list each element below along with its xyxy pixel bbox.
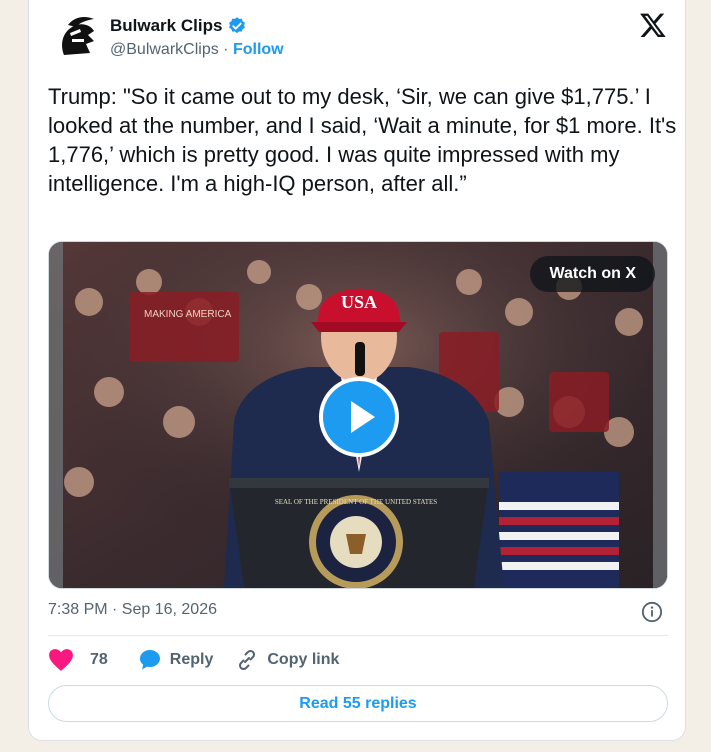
- link-icon: [239, 649, 256, 671]
- divider: [48, 635, 668, 636]
- like-button[interactable]: 78: [48, 648, 108, 672]
- copy-link-button[interactable]: Copy link: [235, 648, 339, 672]
- trojan-helmet-logo: [62, 17, 94, 55]
- video-player[interactable]: MAKING AMERICA USA SEAL OF THE PRESIDENT…: [48, 241, 668, 589]
- copy-link-label: Copy link: [267, 651, 340, 668]
- reply-button[interactable]: Reply: [138, 648, 214, 672]
- account-name[interactable]: Bulwark Clips: [110, 16, 222, 36]
- follow-button[interactable]: Follow: [233, 41, 284, 58]
- banner-text: MAKING AMERICA: [144, 309, 232, 320]
- info-icon[interactable]: [641, 601, 663, 623]
- heart-icon: [49, 649, 73, 671]
- verified-badge-icon: [229, 17, 246, 34]
- separator: ·: [223, 41, 229, 58]
- cap-text: USA: [341, 292, 377, 312]
- avatar[interactable]: [50, 11, 104, 65]
- tweet-timestamp[interactable]: 7:38 PM · Sep 16, 2026: [48, 601, 217, 619]
- like-count: 78: [90, 651, 108, 668]
- seal-text: SEAL OF THE PRESIDENT OF THE UNITED STAT…: [275, 498, 437, 506]
- watch-on-x-button[interactable]: Watch on X: [530, 256, 655, 292]
- reply-label: Reply: [169, 651, 214, 668]
- account-handle[interactable]: @BulwarkClips: [110, 41, 219, 58]
- read-replies-button[interactable]: Read 55 replies: [48, 685, 668, 722]
- tweet-text: Trump: "So it came out to my desk, ‘Sir,…: [48, 84, 677, 196]
- x-logo-icon[interactable]: [639, 11, 667, 39]
- reply-bubble-icon: [139, 650, 160, 670]
- play-icon[interactable]: [319, 377, 399, 457]
- tweet-card: Bulwark Clips @BulwarkClips · Follow Tru…: [28, 0, 686, 741]
